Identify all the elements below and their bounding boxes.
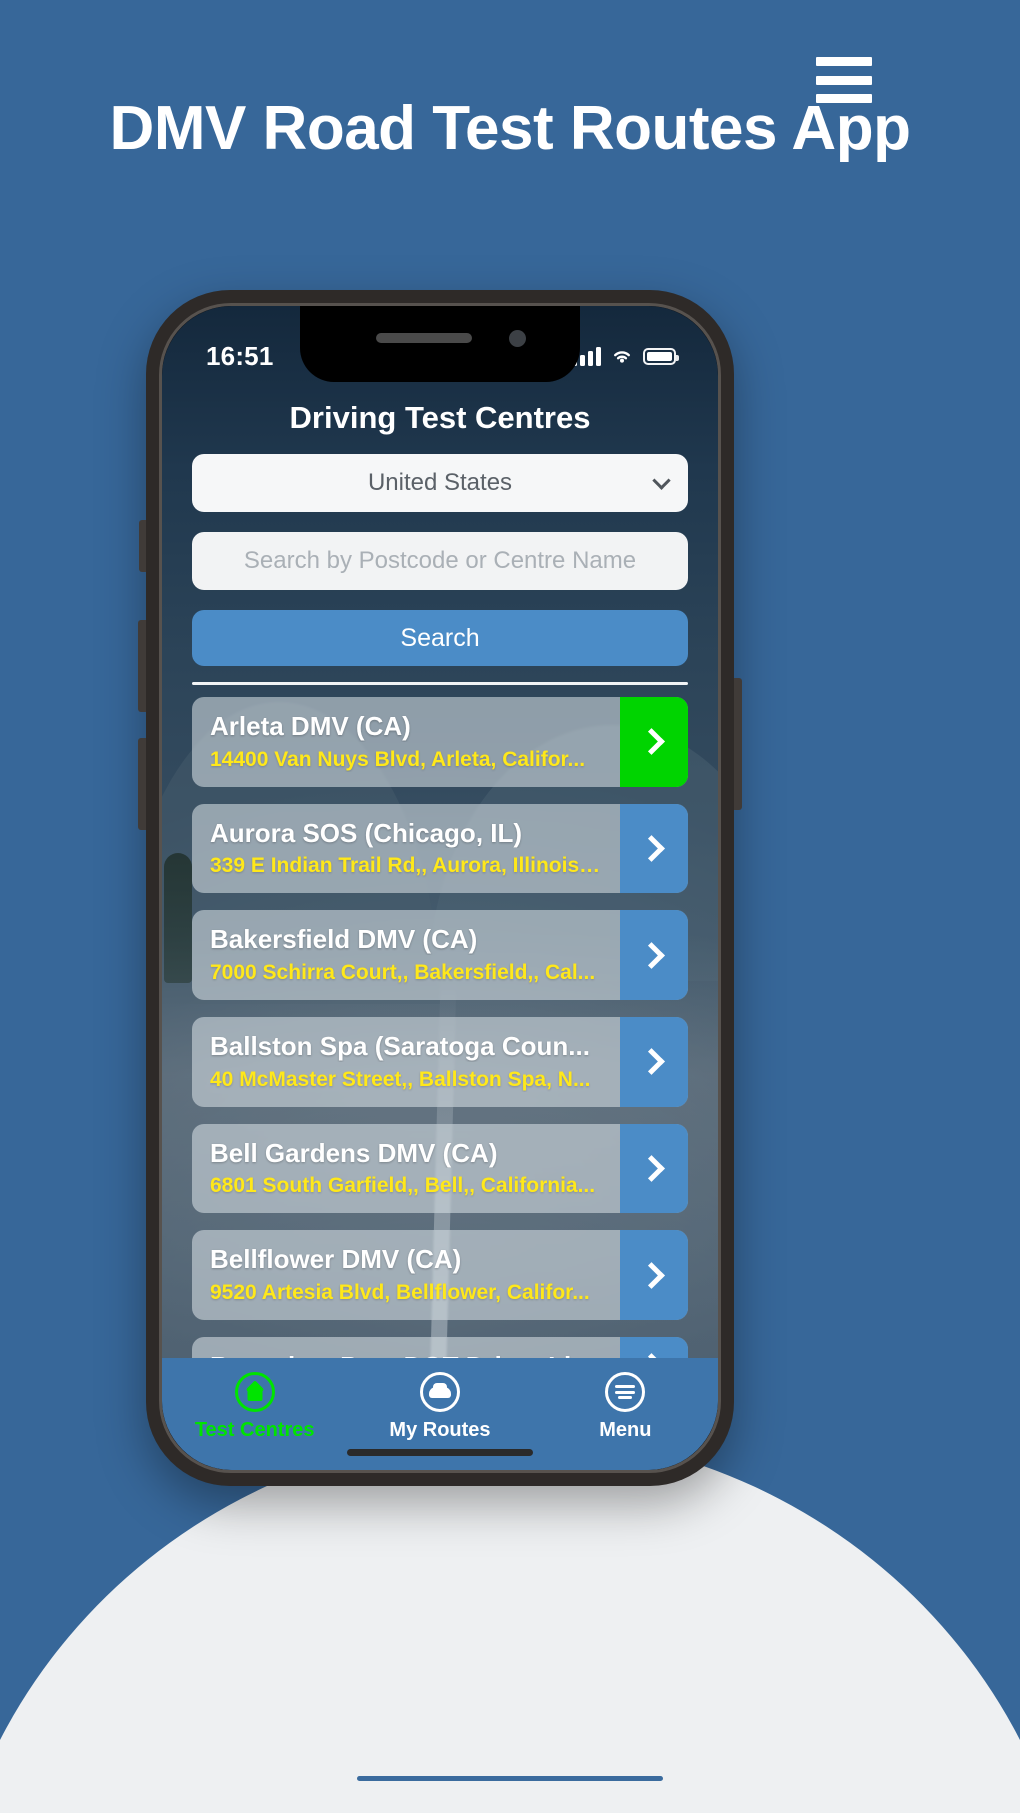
tab-label: My Routes [389,1419,491,1441]
wifi-icon [614,351,630,363]
home-indicator [347,1449,533,1456]
chevron-right-icon [637,835,665,862]
country-select-value: United States [367,469,513,496]
phone-silent-switch [139,520,146,572]
phone-notch [300,306,580,382]
table-row[interactable]: Aurora SOS (Chicago, IL) 339 E Indian Tra… [192,803,688,894]
page-bottom-strip [0,1753,1020,1813]
centre-address: 339 E Indian Trail Rd,, Aurora, Illinois… [210,854,602,878]
list-item-text: Bellflower DMV (CA) 9520 Artesia Blvd, Be… [192,1230,620,1320]
screen-title: Driving Test Centres [289,400,591,435]
chevron-down-icon [652,471,671,490]
home-icon [234,1372,275,1412]
phone-camera [509,330,526,347]
centre-address: 7000 Schirra Court,, Bakersfield,, Cal..… [210,961,596,985]
centre-name: Bakersfield DMV (CA) [210,924,478,955]
car-glyph [428,1382,451,1398]
centre-address: 9520 Artesia Blvd, Bellflower, Califor..… [210,1281,590,1305]
status-icons [572,346,679,366]
tab-test-centres[interactable]: Test Centres [162,1372,347,1442]
table-row[interactable]: Ballston Spa (Saratoga Coun... 40 McMaste… [192,1017,688,1107]
centre-address: 40 McMaster Street,, Ballston Spa, N... [210,1067,591,1091]
menu-glyph [615,1385,636,1399]
chevron-right-icon [637,728,665,756]
centre-name: Aurora SOS (Chicago, IL) [210,817,523,848]
centre-name: Bell Gardens DMV (CA) [210,1137,498,1168]
table-row[interactable]: Bell Gardens DMV (CA) 6801 South Garfield… [192,1123,688,1214]
tab-menu[interactable]: Menu [533,1372,718,1442]
centre-open-button[interactable] [620,1017,688,1107]
centre-open-button[interactable] [620,803,688,894]
centre-address: 6801 South Garfield,, Bell,, California.… [210,1174,596,1198]
list-item-text: Bakersfield DMV (CA) 7000 Schirra Court,,… [192,910,620,1000]
centre-open-button[interactable] [620,697,688,787]
list-item-text: Bell Gardens DMV (CA) 6801 South Garfield… [192,1124,620,1214]
phone-speaker [376,333,472,343]
app-content: Driving Test Centres United States Searc… [162,306,718,1470]
hamburger-bar [816,57,872,66]
phone-volume-up-button [138,620,146,712]
centre-open-button[interactable] [620,910,688,1001]
table-row[interactable]: Arleta DMV (CA) 14400 Van Nuys Blvd, Arle… [192,697,688,787]
centre-address: 14400 Van Nuys Blvd, Arleta, Califor... [210,747,586,771]
hamburger-bar [816,75,872,85]
page-bottom-rule [357,1776,663,1781]
search-input-wrapper[interactable] [192,532,688,590]
table-row[interactable]: Bellflower DMV (CA) 9520 Artesia Blvd, Be… [192,1230,688,1321]
battery-icon [643,347,679,365]
chevron-right-icon [637,1048,665,1076]
app-screen: 16:51 Driving Test Centres United States [162,306,718,1470]
search-button[interactable]: Search [192,610,688,666]
tab-my-routes[interactable]: My Routes [347,1372,532,1442]
centre-name: Arleta DMV (CA) [210,711,411,741]
search-input[interactable] [192,547,688,575]
phone-screen-bezel: 16:51 Driving Test Centres United States [159,303,721,1473]
test-centre-list[interactable]: Arleta DMV (CA) 14400 Van Nuys Blvd, Arle… [162,697,718,1470]
tab-label: Test Centres [194,1419,315,1441]
chevron-right-icon [637,1261,665,1289]
centre-name: Bellflower DMV (CA) [210,1244,462,1275]
car-icon [419,1372,460,1412]
table-row[interactable]: Bakersfield DMV (CA) 7000 Schirra Court,,… [192,910,688,1001]
phone-power-button [734,678,742,810]
status-time: 16:51 [206,340,274,371]
centre-open-button[interactable] [620,1230,688,1321]
home-glyph [245,1383,264,1401]
centre-name: Ballston Spa (Saratoga Coun... [210,1031,590,1062]
list-item-text: Aurora SOS (Chicago, IL) 339 E Indian Tra… [192,804,620,894]
phone-volume-down-button [138,738,146,830]
country-select[interactable]: United States [192,454,688,512]
list-item-text: Arleta DMV (CA) 14400 Van Nuys Blvd, Arle… [192,697,620,787]
centre-open-button[interactable] [620,1123,688,1214]
tab-label: Menu [599,1419,652,1441]
search-controls: United States Search [162,454,718,697]
chevron-right-icon [637,941,665,969]
phone-mockup: 16:51 Driving Test Centres United States [138,290,742,1486]
list-item-text: Ballston Spa (Saratoga Coun... 40 McMaste… [192,1017,620,1107]
section-divider [192,682,688,685]
page-title: DMV Road Test Routes App [109,94,911,163]
chevron-right-icon [637,1155,665,1182]
menu-icon [605,1372,646,1412]
